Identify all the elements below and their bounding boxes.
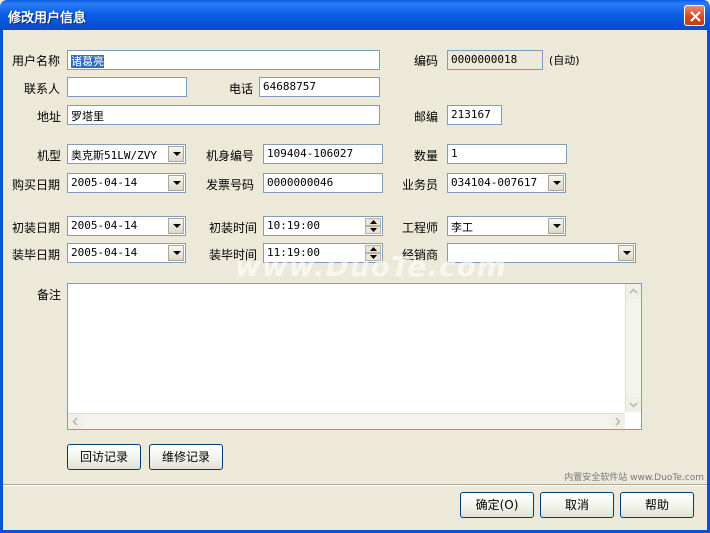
auto-label: (自动) <box>549 54 580 67</box>
install-time-down-button[interactable] <box>365 226 381 234</box>
salesman-dropdown-button[interactable] <box>548 175 564 191</box>
chevron-right-icon <box>615 417 621 426</box>
scroll-left-button[interactable] <box>68 414 83 429</box>
remark-label: 备注 <box>37 288 62 302</box>
finish-date-label: 装毕日期 <box>12 248 61 262</box>
contact-label: 联系人 <box>24 82 61 96</box>
purchase-date-dropdown-button[interactable] <box>168 175 184 191</box>
username-field[interactable]: 诸葛亮 <box>67 50 380 70</box>
spin-down-icon <box>370 228 377 232</box>
salesman-combo[interactable]: 034104-007617 <box>447 173 566 193</box>
engineer-label: 工程师 <box>402 221 439 235</box>
contact-field[interactable] <box>67 77 187 97</box>
install-time-up-button[interactable] <box>365 218 381 226</box>
watermark-text: www.DuoTe.com <box>235 250 507 283</box>
install-date-dropdown-button[interactable] <box>168 218 184 234</box>
purchase-date-picker[interactable]: 2005-04-14 <box>67 173 186 193</box>
engineer-combo[interactable]: 李工 <box>447 216 566 236</box>
quantity-field[interactable]: 1 <box>447 144 567 164</box>
chevron-down-icon <box>629 402 638 408</box>
chevron-left-icon <box>72 417 78 426</box>
address-label: 地址 <box>37 110 62 124</box>
visit-record-button[interactable]: 回访记录 <box>67 444 141 470</box>
serial-field[interactable]: 109404-106027 <box>263 144 383 164</box>
quantity-label: 数量 <box>414 149 439 163</box>
purchase-date-value: 2005-04-14 <box>71 176 138 189</box>
address-field[interactable]: 罗塔里 <box>67 105 380 125</box>
chevron-down-icon <box>173 224 181 228</box>
username-label: 用户名称 <box>12 54 61 68</box>
purchase-date-label: 购买日期 <box>12 178 61 192</box>
install-time-value: 10:19:00 <box>267 219 320 232</box>
corner-watermark: 内置安全软件站 www.DuoTe.com <box>564 473 704 483</box>
code-field[interactable]: 0000000018 <box>447 50 543 70</box>
scroll-up-button[interactable] <box>626 284 641 299</box>
chevron-down-icon <box>553 224 561 228</box>
install-date-value: 2005-04-14 <box>71 219 138 232</box>
finish-date-dropdown-button[interactable] <box>168 245 184 261</box>
model-combo[interactable]: 奥克斯51LW/ZVY <box>67 144 186 164</box>
engineer-dropdown-button[interactable] <box>548 218 564 234</box>
finish-date-picker[interactable]: 2005-04-14 <box>67 243 186 263</box>
chevron-down-icon <box>173 152 181 156</box>
chevron-down-icon <box>623 251 631 255</box>
title-bar: 修改用户信息 <box>0 0 710 30</box>
postcode-label: 邮编 <box>414 110 439 124</box>
cancel-button[interactable]: 取消 <box>540 492 614 518</box>
repair-record-button[interactable]: 维修记录 <box>149 444 223 470</box>
footer-separator <box>3 484 707 486</box>
spin-up-icon <box>370 220 377 224</box>
close-button[interactable] <box>684 5 705 26</box>
chevron-up-icon <box>629 288 638 294</box>
username-value: 诸葛亮 <box>71 55 104 68</box>
ok-button[interactable]: 确定(O) <box>460 492 534 518</box>
chevron-down-icon <box>553 181 561 185</box>
code-label: 编码 <box>414 54 439 68</box>
window-title: 修改用户信息 <box>8 11 87 26</box>
dealer-dropdown-button[interactable] <box>618 245 634 261</box>
model-dropdown-button[interactable] <box>168 146 184 162</box>
chevron-down-icon <box>173 181 181 185</box>
install-date-picker[interactable]: 2005-04-14 <box>67 216 186 236</box>
help-button[interactable]: 帮助 <box>620 492 694 518</box>
model-value: 奥克斯51LW/ZVY <box>71 149 157 162</box>
invoice-field[interactable]: 0000000046 <box>263 173 383 193</box>
install-time-label: 初装时间 <box>209 221 258 235</box>
remark-textarea[interactable] <box>67 283 642 430</box>
engineer-value: 李工 <box>451 221 473 234</box>
salesman-value: 034104-007617 <box>451 176 538 189</box>
finish-date-value: 2005-04-14 <box>71 246 138 259</box>
postcode-field[interactable]: 213167 <box>447 105 502 125</box>
remark-horizontal-scrollbar[interactable] <box>68 413 625 429</box>
serial-label: 机身编号 <box>206 149 255 163</box>
chevron-down-icon <box>173 251 181 255</box>
scroll-down-button[interactable] <box>626 397 641 412</box>
salesman-label: 业务员 <box>402 178 439 192</box>
close-icon <box>690 11 701 22</box>
install-time-spinner[interactable]: 10:19:00 <box>263 216 383 236</box>
phone-field[interactable]: 64688757 <box>259 77 380 97</box>
install-date-label: 初装日期 <box>12 221 61 235</box>
phone-label: 电话 <box>229 82 254 96</box>
scroll-right-button[interactable] <box>610 414 625 429</box>
invoice-label: 发票号码 <box>206 178 255 192</box>
remark-vertical-scrollbar[interactable] <box>625 284 641 412</box>
model-label: 机型 <box>37 149 62 163</box>
